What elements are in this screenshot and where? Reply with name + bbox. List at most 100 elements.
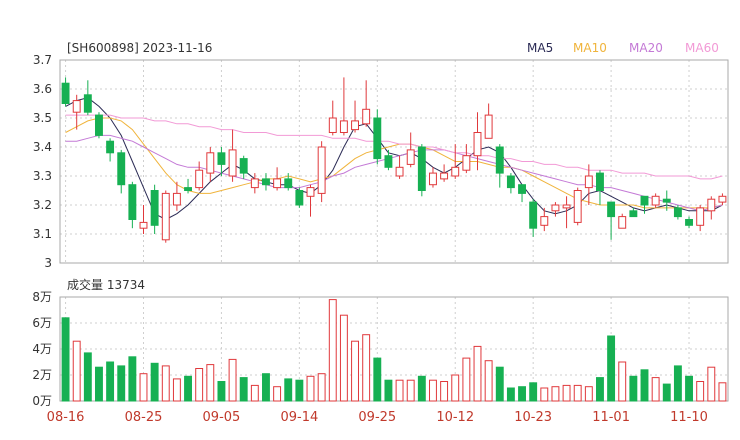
candle-body [673,207,682,218]
volume-bar [328,299,337,402]
candle-body [328,117,337,133]
volume-bar [273,386,282,402]
volume-title: 成交量 13734 [67,277,145,292]
volume-bar [83,352,92,402]
candle-body [640,195,649,206]
volume-bar [61,317,70,402]
candle-body [451,166,460,177]
volume-bar [95,366,103,402]
volume-bar [518,386,526,402]
y-tick-label: 6万 [32,316,52,330]
volume-bar [506,387,515,402]
candle-body [128,184,137,220]
x-tick-label: 09-05 [203,410,241,425]
candle-body [429,172,437,186]
candle-body [651,195,660,206]
x-tick-label: 09-25 [358,410,396,425]
x-tick-label: 10-23 [514,410,552,425]
candle-body [462,155,471,171]
volume-bar [262,373,270,402]
volume-bar [106,361,115,402]
candle-body [440,172,449,180]
candle-body [306,187,315,197]
x-tick-label: 10-12 [436,410,474,425]
candle-body [317,146,326,194]
volume-bar [406,379,415,402]
volume-bar [573,384,582,402]
volume-bar [629,375,638,402]
volume-bar [484,360,493,402]
volume-bar [685,375,693,402]
volume-bar [217,381,226,402]
candle-body [83,94,92,113]
y-tick-label: 3 [44,256,52,270]
volume-bar [462,357,471,402]
volume-bar [128,356,137,402]
volume-bar [295,379,304,402]
candle-body [262,178,270,186]
x-axis: 08-16 08-25 09-05 09-14 09-25 10-12 10-23 11-01… [47,410,708,425]
volume-bar [607,335,616,402]
candle-body [61,82,70,104]
volume-bar [184,375,192,402]
legend-item-ma5: MA5 [527,41,553,55]
volume-bar [72,340,81,402]
volume-bar [172,378,181,402]
volume-bar [306,375,315,402]
candle-body [518,184,526,194]
candle-body [206,152,215,174]
volume-bar [584,386,593,402]
x-tick-label: 11-01 [592,410,630,425]
legend-item-ma60: MA60 [685,41,719,55]
candle-body [417,146,426,191]
x-tick-label: 11-10 [670,410,708,425]
candle-body [339,120,348,134]
volume-bar [651,377,660,402]
volume-bar [662,383,671,402]
y-tick-label: 3.1 [33,227,52,241]
price-frame [59,59,729,264]
candle-body [72,100,81,113]
candle-body [562,204,571,209]
volume-bar [339,314,348,402]
candle-body [117,152,126,186]
volume-bar [117,365,126,402]
candle-body [161,192,170,241]
volume-bar [228,358,237,402]
candle-body [384,155,393,168]
candle-body [551,204,560,212]
volume-bar [239,377,248,402]
volume-bar [317,373,326,402]
candle-body [406,149,415,165]
volume-bar [195,368,204,402]
legend: MA5 MA10 MA20 MA60 [527,41,719,55]
x-tick-label: 08-16 [47,410,85,425]
candle-body [529,201,538,229]
y-tick-label: 3.4 [33,140,52,154]
volume-bar [206,364,215,402]
volume-bar [373,357,382,402]
price-panel: 3 3.1 3.2 3.3 3.4 3.5 3.6 3.7 [33,53,729,270]
volume-bar [429,379,437,402]
candle-body [618,216,627,229]
volume-bar [640,369,649,402]
y-tick-label: 3.6 [33,82,52,96]
volume-bar [351,340,359,402]
candle-body [195,169,204,189]
candle-body [150,190,159,226]
candle-body [172,192,181,206]
y-tick-label: 3.3 [33,169,52,183]
legend-item-ma10: MA10 [573,41,607,55]
y-tick-label: 3.7 [33,53,52,67]
volume-bar [707,366,716,402]
candle-body [184,187,192,192]
candle-body [573,190,582,223]
volume-bar [440,381,449,402]
volume-bar [150,362,159,402]
candle-body [239,158,248,174]
candle-body [351,120,359,131]
volume-bar [696,381,705,402]
candle-body [584,175,593,189]
y-tick-label: 8万 [32,290,52,304]
candle-body [696,207,705,226]
